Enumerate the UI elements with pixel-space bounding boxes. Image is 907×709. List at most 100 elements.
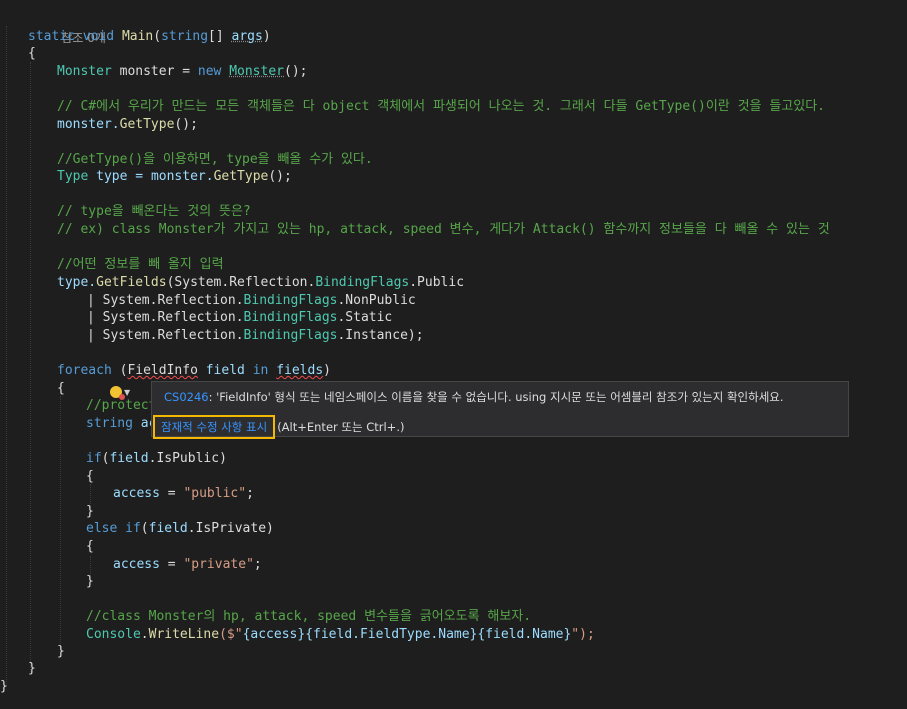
fix-line: 잠재적 수정 사항 표시 (Alt+Enter 또는 Ctrl+.) xyxy=(152,415,404,439)
show-potential-fixes-link[interactable]: 잠재적 수정 사항 표시 xyxy=(153,415,276,439)
code-editor[interactable]: 참조 0개 static void Main(string[] args) { … xyxy=(0,0,907,709)
code-token: string xyxy=(161,29,209,44)
code-token: .IsPrivate xyxy=(187,521,267,536)
code-token: (); xyxy=(268,169,292,184)
code-token: else xyxy=(86,521,118,536)
code-comment: // C#에서 우리가 만드는 모든 객체들은 다 object 객체에서 파생… xyxy=(57,99,825,114)
code-line: 참조 0개 xyxy=(30,11,106,45)
code-token: GetFields xyxy=(96,275,167,290)
code-line: if(field.IsPublic) xyxy=(86,450,227,468)
code-line: foreach (FieldInfo field in fields) xyxy=(57,362,331,380)
code-token: ) xyxy=(323,363,331,378)
code-token: void xyxy=(82,29,115,44)
code-line: | System.Reflection.BindingFlags.Instanc… xyxy=(87,327,424,345)
code-token-error[interactable]: FieldInfo xyxy=(127,363,197,378)
code-line: access = "private"; xyxy=(113,556,262,574)
code-token: BindingFlags xyxy=(243,328,338,343)
code-line: { xyxy=(86,538,94,556)
code-line: else if(field.IsPrivate) xyxy=(86,520,274,538)
code-token: .Instance); xyxy=(337,328,424,343)
code-token: if xyxy=(117,521,141,536)
code-token: Type xyxy=(57,169,89,184)
code-token: type. xyxy=(57,275,97,290)
code-line: //class Monster의 hp, attack, speed 변수들을 … xyxy=(86,608,531,626)
code-token: = xyxy=(159,557,184,572)
error-message-line: CS0246: 'FieldInfo' 형식 또는 네임스페이스 이름을 찾을 … xyxy=(164,389,784,405)
code-token: BindingFlags xyxy=(243,293,338,308)
code-line: Type type = monster.GetType(); xyxy=(57,168,292,186)
code-token: { xyxy=(86,539,94,554)
code-line: Console.WriteLine($"{access}{field.Field… xyxy=(86,626,595,644)
code-line: } xyxy=(57,643,65,661)
code-token: Main xyxy=(121,29,154,44)
code-token: args xyxy=(231,29,263,44)
code-token: . xyxy=(140,627,149,642)
code-token: {access} xyxy=(242,627,306,642)
code-token: Console xyxy=(86,627,141,642)
code-token: (); xyxy=(284,64,308,79)
code-token: if xyxy=(86,451,102,466)
quick-actions-button[interactable]: ▼ xyxy=(110,383,136,401)
shortcut-hint: (Alt+Enter 또는 Ctrl+.) xyxy=(277,420,405,434)
code-token: GetType xyxy=(119,117,175,132)
code-token: Monster xyxy=(229,64,284,79)
code-line: { xyxy=(86,468,94,486)
code-token: {field.Name} xyxy=(477,627,572,642)
indent-guide xyxy=(6,26,7,686)
code-token-error[interactable]: fields xyxy=(276,363,323,378)
code-line: } xyxy=(86,573,94,591)
code-token: monster. xyxy=(57,117,120,132)
code-token: { xyxy=(28,46,36,61)
code-token: = xyxy=(159,486,184,501)
code-token: ; xyxy=(246,486,254,501)
code-token: | System.Reflection. xyxy=(87,328,244,343)
code-line: } xyxy=(0,678,8,696)
code-token: BindingFlags xyxy=(315,275,410,290)
code-token: { xyxy=(57,381,65,396)
code-token: | System.Reflection. xyxy=(87,310,244,325)
code-token: ; xyxy=(253,557,262,572)
indent-guide xyxy=(60,396,61,652)
code-token: } xyxy=(86,504,94,519)
code-token: .IsPublic xyxy=(148,451,220,466)
code-token: [] xyxy=(208,29,232,44)
code-comment: //class Monster의 hp, attack, speed 변수들을 … xyxy=(86,609,532,624)
code-token: access xyxy=(113,557,160,572)
error-message: : 'FieldInfo' 형식 또는 네임스페이스 이름을 찾을 수 없습니다… xyxy=(208,390,784,404)
code-line: } xyxy=(86,503,94,521)
code-comment: // ex) class Monster가 가지고 있는 hp, attack,… xyxy=(57,222,830,237)
code-token: string xyxy=(86,416,133,431)
code-token: | System.Reflection. xyxy=(87,293,244,308)
code-line: // C#에서 우리가 만드는 모든 객체들은 다 object 객체에서 파생… xyxy=(57,98,825,116)
code-comment: // type을 빼온다는 것의 뜻은? xyxy=(57,204,251,219)
code-token: BindingFlags xyxy=(243,310,338,325)
code-comment: //어떤 정보를 빼 올지 입력 xyxy=(57,257,224,272)
code-token: (); xyxy=(174,117,198,132)
code-token: WriteLine xyxy=(148,627,220,642)
code-token: (System.Reflection. xyxy=(166,275,316,290)
code-token: .Public xyxy=(409,275,465,290)
code-line: { xyxy=(28,45,36,63)
code-token: field xyxy=(148,521,188,536)
code-token: ($" xyxy=(219,627,243,642)
code-line: { xyxy=(57,380,65,398)
code-token: ) xyxy=(219,451,227,466)
code-token: .NonPublic xyxy=(337,293,416,308)
code-token: } xyxy=(86,574,94,589)
code-token: "public" xyxy=(183,486,247,501)
code-line: //어떤 정보를 빼 올지 입력 xyxy=(57,256,224,274)
code-token: new xyxy=(197,64,222,79)
code-token: ( xyxy=(111,363,128,378)
code-line: access = "public"; xyxy=(113,485,254,503)
code-line: Monster monster = new Monster(); xyxy=(57,63,307,81)
error-code-link[interactable]: CS0246 xyxy=(164,390,209,404)
code-token: field xyxy=(205,363,245,378)
code-line: | System.Reflection.BindingFlags.NonPubl… xyxy=(87,292,416,310)
code-token: ( xyxy=(153,29,162,44)
code-token: .Static xyxy=(337,310,393,325)
code-token: field xyxy=(109,451,149,466)
code-token: } xyxy=(57,644,65,659)
code-comment: //GetType()을 이용하면, type을 빼올 수가 있다. xyxy=(57,152,373,167)
indent-guide xyxy=(30,62,31,672)
